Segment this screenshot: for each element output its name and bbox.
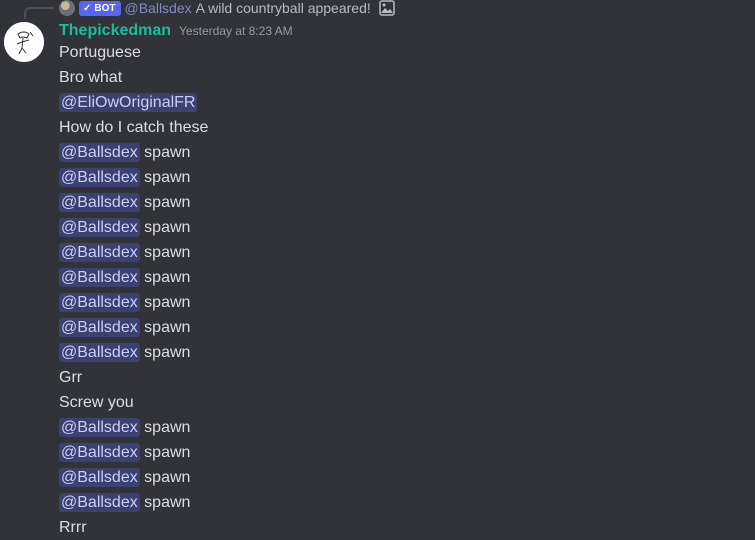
user-mention[interactable]: @Ballsdex bbox=[59, 443, 140, 462]
user-mention[interactable]: @Ballsdex bbox=[59, 468, 140, 487]
message-line[interactable]: Grr bbox=[59, 365, 755, 390]
message-line[interactable]: @Ballsdex spawn bbox=[59, 290, 755, 315]
username[interactable]: Thepickedman bbox=[59, 22, 171, 40]
user-mention[interactable]: @Ballsdex bbox=[59, 343, 140, 362]
message-text: spawn bbox=[144, 219, 191, 236]
message-line[interactable]: @Ballsdex spawn bbox=[59, 240, 755, 265]
reply-connector-line bbox=[24, 7, 54, 19]
verified-check-icon: ✓ bbox=[83, 2, 92, 14]
message-line[interactable]: @Ballsdex spawn bbox=[59, 165, 755, 190]
timestamp[interactable]: Yesterday at 8:23 AM bbox=[179, 24, 293, 38]
message-line[interactable]: Screw you bbox=[59, 390, 755, 415]
user-mention[interactable]: @EliOwOriginalFR bbox=[59, 93, 198, 112]
user-mention[interactable]: @Ballsdex bbox=[59, 193, 140, 212]
message-line[interactable]: @Ballsdex spawn bbox=[59, 265, 755, 290]
message-text: spawn bbox=[144, 244, 191, 261]
message-line[interactable]: @Ballsdex spawn bbox=[59, 340, 755, 365]
message-text: Bro what bbox=[59, 69, 123, 86]
user-mention[interactable]: @Ballsdex bbox=[59, 293, 140, 312]
message-list: Portuguese Bro what @EliOwOriginalFR How… bbox=[59, 40, 755, 540]
user-mention[interactable]: @Ballsdex bbox=[59, 168, 140, 187]
message-text: spawn bbox=[144, 494, 191, 511]
message-text: spawn bbox=[144, 419, 191, 436]
message-text: Rrrr bbox=[59, 519, 87, 536]
replied-user-avatar[interactable] bbox=[59, 0, 75, 16]
message-line[interactable]: Portuguese bbox=[59, 40, 755, 65]
user-mention[interactable]: @Ballsdex bbox=[59, 418, 140, 437]
bot-tag: ✓ BOT bbox=[79, 0, 121, 16]
message-line[interactable]: @Ballsdex spawn bbox=[59, 440, 755, 465]
message-header: Thepickedman Yesterday at 8:23 AM bbox=[59, 22, 293, 42]
bot-tag-label: BOT bbox=[94, 2, 116, 14]
message-line[interactable]: How do I catch these bbox=[59, 115, 755, 140]
message-text: spawn bbox=[144, 294, 191, 311]
message-line[interactable]: @Ballsdex spawn bbox=[59, 190, 755, 215]
message-line[interactable]: @Ballsdex spawn bbox=[59, 215, 755, 240]
message-line[interactable]: @Ballsdex spawn bbox=[59, 490, 755, 515]
reply-preview[interactable]: ✓ BOT @Ballsdex A wild countryball appea… bbox=[59, 0, 395, 16]
message-text: Screw you bbox=[59, 394, 134, 411]
message-text: spawn bbox=[144, 344, 191, 361]
message-text: spawn bbox=[144, 444, 191, 461]
reply-mention[interactable]: @Ballsdex bbox=[125, 0, 192, 16]
message-line[interactable]: @Ballsdex spawn bbox=[59, 315, 755, 340]
user-mention[interactable]: @Ballsdex bbox=[59, 268, 140, 287]
message-text: spawn bbox=[144, 269, 191, 286]
user-mention[interactable]: @Ballsdex bbox=[59, 243, 140, 262]
user-mention[interactable]: @Ballsdex bbox=[59, 143, 140, 162]
message-text: spawn bbox=[144, 319, 191, 336]
message-text: Grr bbox=[59, 369, 83, 386]
message-text: spawn bbox=[144, 169, 191, 186]
message-line[interactable]: Bro what bbox=[59, 65, 755, 90]
user-mention[interactable]: @Ballsdex bbox=[59, 318, 140, 337]
message-text: Portuguese bbox=[59, 44, 141, 61]
message-text: How do I catch these bbox=[59, 119, 209, 136]
user-mention[interactable]: @Ballsdex bbox=[59, 493, 140, 512]
reply-text[interactable]: A wild countryball appeared! bbox=[196, 0, 371, 16]
message-line[interactable]: Rrrr bbox=[59, 515, 755, 540]
image-icon bbox=[379, 0, 395, 16]
message-line[interactable]: @EliOwOriginalFR bbox=[59, 90, 755, 115]
message-text: spawn bbox=[144, 144, 191, 161]
message-text: spawn bbox=[144, 194, 191, 211]
message-text: spawn bbox=[144, 469, 191, 486]
message-line[interactable]: @Ballsdex spawn bbox=[59, 140, 755, 165]
user-mention[interactable]: @Ballsdex bbox=[59, 218, 140, 237]
user-avatar[interactable] bbox=[4, 22, 44, 62]
message-line[interactable]: @Ballsdex spawn bbox=[59, 465, 755, 490]
avatar-sketch-icon bbox=[4, 22, 44, 62]
message-line[interactable]: @Ballsdex spawn bbox=[59, 415, 755, 440]
